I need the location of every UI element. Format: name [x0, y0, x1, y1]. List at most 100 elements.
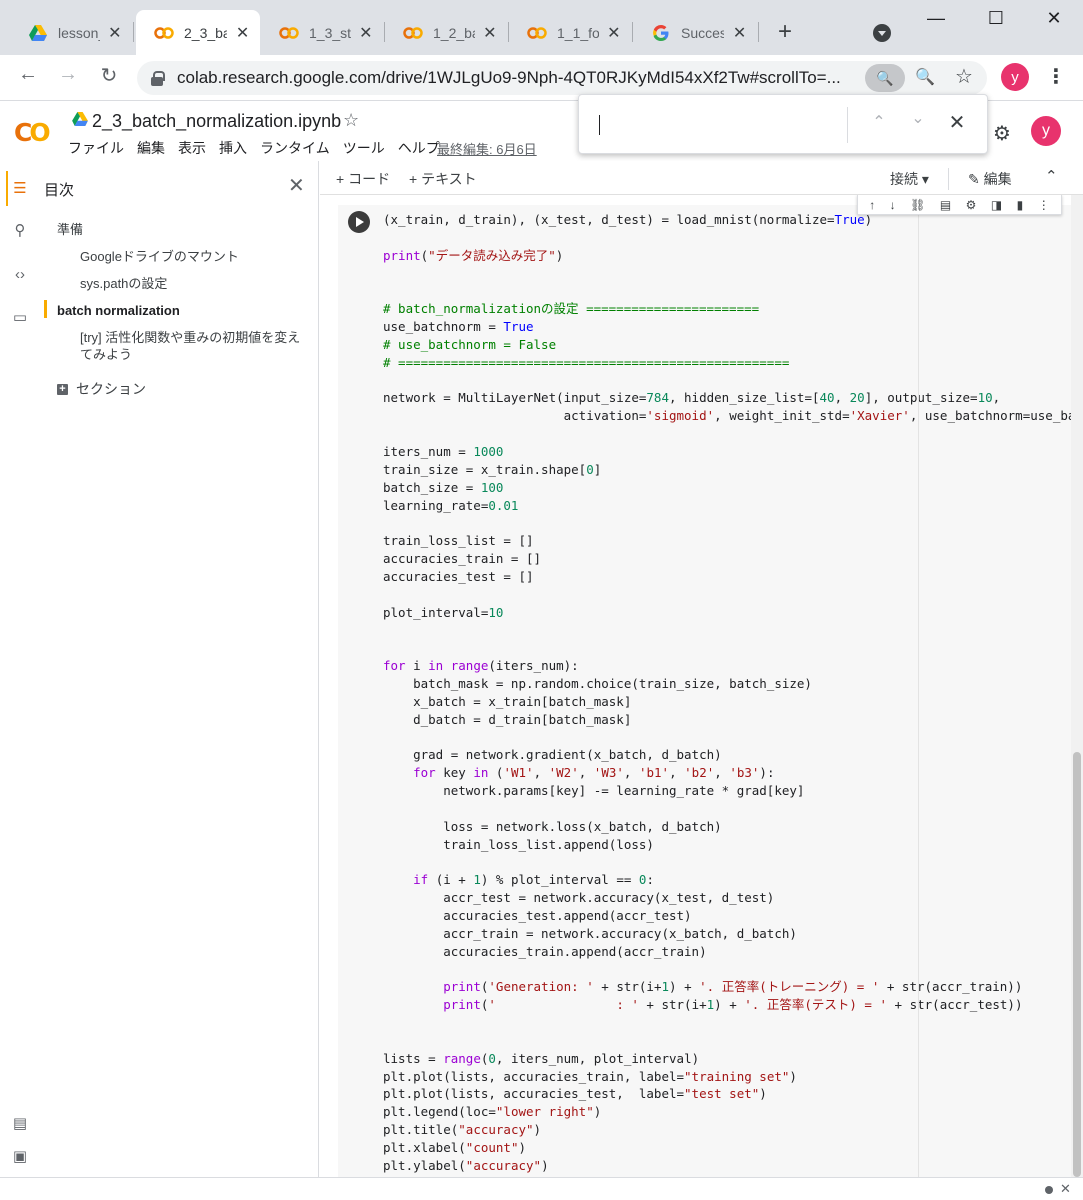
text-caret — [599, 115, 600, 135]
menu-insert[interactable]: 挿入 — [219, 138, 247, 158]
close-icon[interactable]: ✕ — [108, 23, 122, 43]
last-edit-link[interactable]: 最終編集: 6月6日 — [437, 139, 537, 158]
menu-file[interactable]: ファイル — [68, 138, 124, 158]
close-icon[interactable]: ✕ — [359, 23, 373, 43]
command-palette-icon[interactable]: ▤ — [9, 1113, 31, 1135]
close-icon[interactable]: ✕ — [235, 23, 250, 43]
active-marker — [44, 300, 47, 318]
browser-tab-1-3-sto[interactable]: 1_3_sto ✕ — [261, 10, 383, 55]
close-icon[interactable]: ✕ — [288, 173, 305, 198]
menu-view[interactable]: 表示 — [178, 138, 206, 158]
lock-icon — [151, 71, 165, 86]
toc-icon[interactable]: ☰ — [9, 178, 31, 200]
more-icon[interactable]: ⋮ — [1038, 198, 1050, 212]
url-text[interactable]: colab.research.google.com/drive/1WJLgUo9… — [177, 68, 857, 88]
menu-runtime[interactable]: ランタイム — [260, 138, 330, 158]
colab-icon — [527, 23, 547, 43]
add-text-button[interactable]: + テキスト — [409, 169, 477, 189]
browser-tab-1-2-ba[interactable]: 1_2_ba ✕ — [385, 10, 507, 55]
browser-menu-icon[interactable]: ⋮ — [1046, 64, 1066, 89]
star-icon[interactable]: ☆ — [343, 110, 359, 131]
edit-button[interactable]: ✎ 編集 — [968, 169, 1012, 189]
new-tab-icon[interactable]: + — [773, 20, 797, 44]
cell-toolbar: ↑ ↓ ⛓ ▤ ⚙ ◨ ▮ ⋮ — [857, 195, 1062, 215]
code-snippets-icon[interactable]: ‹› — [9, 264, 31, 286]
cell-settings-icon[interactable]: ⚙ — [966, 198, 977, 212]
table-of-contents-panel: 目次 ✕ 準備 Googleドライブのマウント sys.pathの設定 batc… — [40, 161, 319, 1177]
toc-item-try-cont[interactable]: てみよう — [80, 346, 132, 363]
toc-item-try[interactable]: [try] 活性化関数や重みの初期値を変え — [80, 329, 300, 346]
browser-tab-1-1-fo[interactable]: 1_1_fo ✕ — [509, 10, 631, 55]
edit-label: 編集 — [983, 171, 1012, 187]
close-icon[interactable]: ✕ — [1060, 1181, 1071, 1197]
find-previous-icon[interactable]: ⌃ — [869, 112, 889, 132]
comment-icon[interactable]: ▤ — [940, 198, 951, 212]
close-icon[interactable]: ✕ — [607, 23, 621, 43]
minimize-icon[interactable]: — — [924, 8, 948, 29]
back-icon[interactable]: ← — [14, 63, 42, 86]
toc-item-prep[interactable]: 準備 — [57, 221, 83, 238]
colab-menu-bar: ファイル 編集 表示 挿入 ランタイム ツール ヘルプ — [68, 138, 453, 158]
close-icon[interactable]: ✕ — [947, 110, 967, 135]
notebook-content: (x_train, d_train), (x_test, d_test) = l… — [320, 195, 1071, 1177]
code-cell[interactable]: (x_train, d_train), (x_test, d_test) = l… — [378, 205, 1071, 1177]
toc-title: 目次 — [44, 182, 75, 199]
find-next-icon[interactable]: ⌄ — [908, 108, 928, 128]
close-icon[interactable]: ✕ — [483, 23, 497, 43]
code-ruler — [918, 205, 919, 1177]
colab-icon — [279, 23, 299, 43]
address-bar[interactable]: colab.research.google.com/drive/1WJLgUo9… — [137, 61, 987, 95]
scrollbar[interactable] — [1071, 195, 1083, 1177]
search-icon[interactable]: ⚲ — [9, 220, 31, 242]
divider — [948, 168, 949, 190]
window-close-icon[interactable]: ✕ — [1042, 8, 1066, 29]
tab-title: lesson_ — [58, 24, 100, 41]
gear-icon[interactable]: ⚙ — [993, 121, 1011, 146]
browser-tab-success[interactable]: Succes ✕ — [633, 10, 757, 55]
reload-icon[interactable]: ↻ — [95, 63, 123, 88]
mirror-cell-icon[interactable]: ◨ — [991, 198, 1002, 212]
url-host: colab.research.google.com — [177, 68, 382, 87]
menu-edit[interactable]: 編集 — [137, 138, 165, 158]
delete-icon[interactable]: ▮ — [1017, 198, 1024, 212]
menu-help[interactable]: ヘルプ — [398, 138, 440, 158]
zoom-icon[interactable]: 🔍 — [915, 67, 935, 87]
notebook-title[interactable]: 2_3_batch_normalization.ipynb — [92, 111, 341, 132]
browser-profile-avatar[interactable]: y — [1001, 63, 1029, 91]
google-drive-icon — [72, 112, 88, 126]
divider — [847, 107, 848, 143]
browser-tab-2-3-batch[interactable]: 2_3_ba ✕ — [136, 10, 260, 55]
toc-item-sys-path[interactable]: sys.pathの設定 — [80, 275, 167, 292]
move-down-icon[interactable]: ↓ — [890, 198, 896, 212]
add-code-button[interactable]: + コード — [336, 169, 390, 189]
left-rail: ☰ ⚲ ‹› ▭ ▤ ▣ — [0, 161, 40, 1177]
run-cell-button[interactable] — [348, 211, 370, 233]
find-input[interactable] — [597, 111, 847, 139]
tab-title: Succes — [681, 24, 725, 41]
menu-tools[interactable]: ツール — [343, 138, 385, 158]
maximize-icon[interactable]: ☐ — [984, 8, 1008, 29]
scrollbar-thumb[interactable] — [1073, 752, 1081, 1177]
move-up-icon[interactable]: ↑ — [869, 198, 875, 212]
connect-button[interactable]: 接続 ▾ — [890, 169, 929, 189]
forward-icon[interactable]: → — [54, 63, 82, 86]
active-indicator — [6, 171, 8, 206]
add-section-icon[interactable]: + — [57, 384, 68, 395]
colab-profile-avatar[interactable]: y — [1031, 116, 1061, 146]
bookmark-star-icon[interactable]: ☆ — [955, 64, 973, 89]
colab-logo-icon[interactable]: CO — [14, 118, 51, 147]
tab-search-icon[interactable] — [873, 24, 891, 42]
link-icon[interactable]: ⛓ — [910, 198, 925, 212]
files-icon[interactable]: ▭ — [9, 307, 31, 329]
toc-item-drive-mount[interactable]: Googleドライブのマウント — [80, 248, 239, 265]
add-section-button[interactable]: セクション — [76, 381, 146, 398]
toc-item-batch-normalization[interactable]: batch normalization — [57, 302, 180, 319]
close-icon[interactable]: ✕ — [732, 23, 747, 43]
terminal-icon[interactable]: ▣ — [9, 1146, 31, 1168]
browser-tab-lesson[interactable]: lesson_ ✕ — [10, 10, 132, 55]
chevron-up-icon[interactable]: ⌃ — [1045, 167, 1058, 185]
google-icon — [651, 23, 671, 43]
chevron-down-icon: ▾ — [921, 171, 929, 187]
code-editor[interactable]: (x_train, d_train), (x_test, d_test) = l… — [383, 211, 1071, 1175]
find-in-page-icon[interactable]: 🔍 — [865, 64, 905, 92]
